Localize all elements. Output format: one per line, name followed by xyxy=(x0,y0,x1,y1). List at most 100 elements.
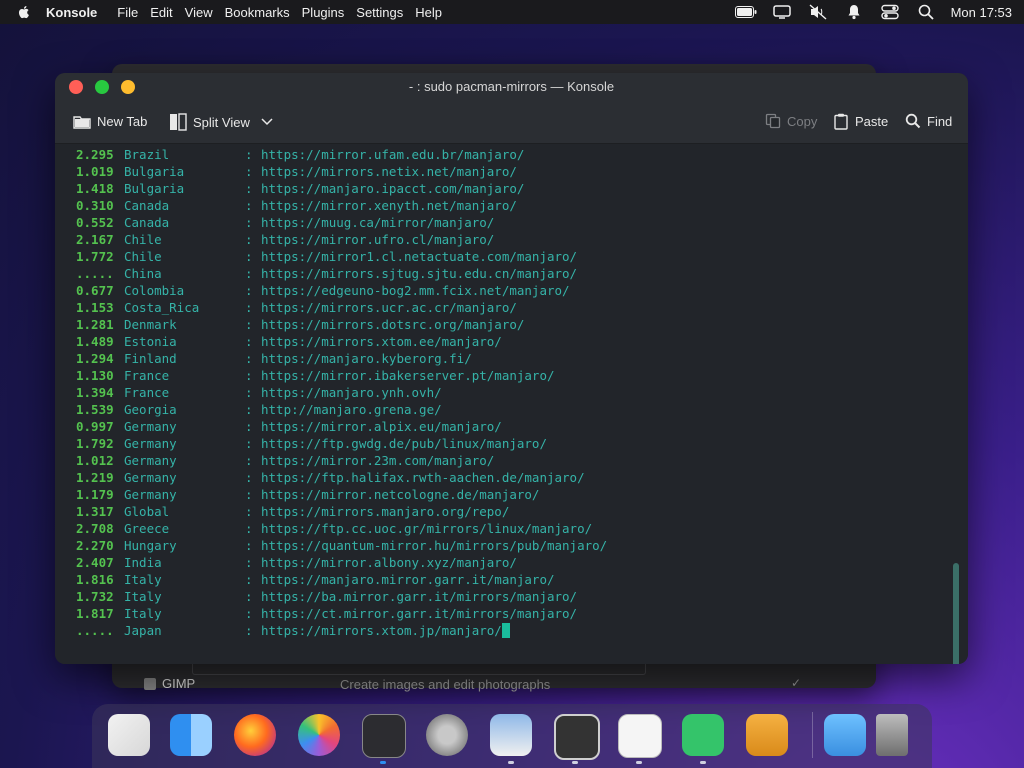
mirror-separator: : xyxy=(245,334,253,349)
find-button[interactable]: Find xyxy=(905,113,952,129)
mirror-url: https://ct.mirror.garr.it/mirrors/manjar… xyxy=(261,606,578,621)
mirror-country: Canada xyxy=(124,215,170,230)
mirror-url: https://mirror.netcologne.de/manjaro/ xyxy=(261,487,540,502)
terminal-icon[interactable] xyxy=(362,714,406,758)
screen-mirror-icon[interactable] xyxy=(771,4,793,20)
mirror-url: https://ftp.gwdg.de/pub/linux/manjaro/ xyxy=(261,436,547,451)
paste-button[interactable]: Paste xyxy=(833,113,888,130)
mirror-country: Germany xyxy=(124,419,177,434)
photos-icon[interactable] xyxy=(298,714,340,756)
textedit-icon[interactable] xyxy=(618,714,662,758)
menu-bookmarks[interactable]: Bookmarks xyxy=(225,5,290,20)
mirror-separator: : xyxy=(245,198,253,213)
mirror-separator: : xyxy=(245,300,253,315)
title-bar[interactable]: - : sudo pacman-mirrors — Konsole xyxy=(55,73,968,101)
terminal-line: 1.792 Germany: https://ftp.gwdg.de/pub/lin… xyxy=(76,435,547,452)
split-view-label: Split View xyxy=(193,114,250,130)
mirror-separator: : xyxy=(245,623,253,638)
mirror-url: https://manjaro.ynh.ovh/ xyxy=(261,385,442,400)
background-gimp-item[interactable]: GIMP xyxy=(144,676,195,691)
terminal-line: 1.294 Finland: https://manjaro.kyberorg.fi… xyxy=(76,350,472,367)
notification-icon[interactable] xyxy=(843,4,865,20)
mirror-url: https://ba.mirror.garr.it/mirrors/manjar… xyxy=(261,589,578,604)
mirror-url: https://manjaro.kyberorg.fi/ xyxy=(261,351,472,366)
mirror-country: Hungary xyxy=(124,538,177,553)
menu-edit[interactable]: Edit xyxy=(150,5,172,20)
dock-running-indicator xyxy=(380,761,386,764)
mirror-url: https://manjaro.mirror.garr.it/manjaro/ xyxy=(261,572,555,587)
menu-help[interactable]: Help xyxy=(415,5,442,20)
mirror-country: Italy xyxy=(124,606,162,621)
terminal-output[interactable]: 2.295 Brazil: https://mirror.ufam.edu.br/m… xyxy=(55,144,968,664)
mirror-separator: : xyxy=(245,283,253,298)
terminal-line: 2.708 Greece: https://ftp.cc.uoc.gr/mirror… xyxy=(76,520,592,537)
system-preferences-icon[interactable] xyxy=(426,714,468,756)
menu-settings[interactable]: Settings xyxy=(356,5,403,20)
copy-button[interactable]: Copy xyxy=(765,113,817,129)
split-view-button[interactable]: Split View xyxy=(169,113,274,131)
mirror-response-time: 0.997 xyxy=(76,419,114,434)
mirror-url: https://mirrors.xtom.jp/manjaro/ xyxy=(261,623,502,638)
manjaro-icon[interactable] xyxy=(682,714,724,756)
mirror-separator: : xyxy=(245,555,253,570)
mirror-response-time: 1.817 xyxy=(76,606,114,621)
mirror-url: https://ftp.cc.uoc.gr/mirrors/linux/manj… xyxy=(261,521,593,536)
trash-icon[interactable] xyxy=(876,714,908,756)
mirror-country: China xyxy=(124,266,162,281)
preview-icon[interactable] xyxy=(490,714,532,756)
mirror-country: Bulgaria xyxy=(124,164,185,179)
mirror-separator: : xyxy=(245,351,253,366)
menu-file[interactable]: File xyxy=(117,5,138,20)
apple-menu-icon[interactable] xyxy=(16,4,32,20)
firefox-icon[interactable] xyxy=(234,714,276,756)
new-tab-button[interactable]: New Tab xyxy=(73,113,147,129)
mirror-country: Chile xyxy=(124,249,162,264)
mirror-response-time: 1.130 xyxy=(76,368,114,383)
search-icon xyxy=(905,113,921,129)
terminal-line: 2.167 Chile: https://mirror.ufro.cl/manjar… xyxy=(76,231,494,248)
terminal-line: 2.407 India: https://mirror.albony.xyz/man… xyxy=(76,554,517,571)
control-center-icon[interactable] xyxy=(879,4,901,20)
downloads-folder-icon[interactable] xyxy=(824,714,866,756)
cassette-player-icon[interactable] xyxy=(554,714,600,760)
mirror-response-time: 1.153 xyxy=(76,300,114,315)
terminal-scrollbar[interactable] xyxy=(953,563,959,664)
mirror-response-time: 2.708 xyxy=(76,521,114,536)
mirror-url: https://mirror.xenyth.net/manjaro/ xyxy=(261,198,517,213)
terminal-cursor xyxy=(501,623,510,638)
toolbar: New Tab Split View Copy Paste Find xyxy=(55,101,968,144)
spotlight-search-icon[interactable] xyxy=(915,4,937,20)
archive-utility-icon[interactable] xyxy=(746,714,788,756)
finder-icon[interactable] xyxy=(170,714,212,756)
mirror-separator: : xyxy=(245,470,253,485)
mirror-response-time: 0.552 xyxy=(76,215,114,230)
gimp-icon xyxy=(144,677,156,690)
mirror-response-time: 1.012 xyxy=(76,453,114,468)
mirror-url: https://edgeuno-bog2.mm.fcix.net/manjaro… xyxy=(261,283,570,298)
mirror-url: https://mirror.alpix.eu/manjaro/ xyxy=(261,419,502,434)
mirror-separator: : xyxy=(245,589,253,604)
mirror-country: France xyxy=(124,385,170,400)
terminal-line: 1.772 Chile: https://mirror1.cl.netactuate… xyxy=(76,248,577,265)
mirror-url: https://mirror.albony.xyz/manjaro/ xyxy=(261,555,517,570)
terminal-line: 1.019 Bulgaria: https://mirrors.netix.net/… xyxy=(76,163,517,180)
mirror-url: https://mirrors.manjaro.org/repo/ xyxy=(261,504,510,519)
dock-running-indicator xyxy=(572,761,578,764)
gimp-check-icon[interactable]: ✓ xyxy=(791,676,801,690)
mirror-separator: : xyxy=(245,266,253,281)
mirror-url: https://mirrors.sjtug.sjtu.edu.cn/manjar… xyxy=(261,266,578,281)
mirror-country: France xyxy=(124,368,170,383)
mute-icon[interactable] xyxy=(807,4,829,20)
menubar-clock[interactable]: Mon 17:53 xyxy=(951,5,1012,20)
mirror-response-time: 1.772 xyxy=(76,249,114,264)
terminal-line: 1.219 Germany: https://ftp.halifax.rwth-aa… xyxy=(76,469,585,486)
menu-plugins[interactable]: Plugins xyxy=(302,5,345,20)
mirror-separator: : xyxy=(245,402,253,417)
launchpad-icon[interactable] xyxy=(108,714,150,756)
app-name[interactable]: Konsole xyxy=(46,5,97,20)
mirror-country: Colombia xyxy=(124,283,185,298)
menu-view[interactable]: View xyxy=(185,5,213,20)
chevron-down-icon[interactable] xyxy=(260,117,274,127)
battery-icon[interactable] xyxy=(734,4,757,20)
gimp-label: GIMP xyxy=(162,676,196,691)
